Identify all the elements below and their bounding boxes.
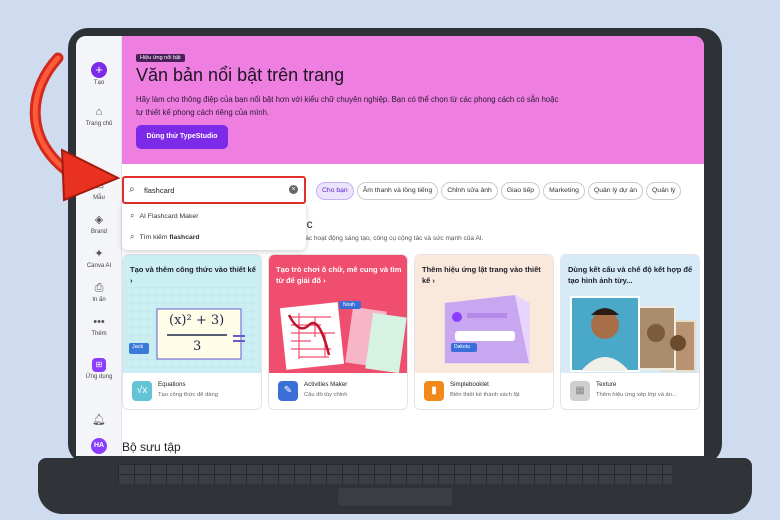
sidebar-item-canva-ai[interactable]: ✦ Canva AI <box>76 248 122 269</box>
app-card-activities-maker[interactable]: Tạo trò chơi ô chữ, mê cung và tìm từ để… <box>268 254 408 410</box>
hero-title: Văn bản nổi bật trên trang <box>136 65 345 85</box>
search-value: flashcard <box>144 186 175 195</box>
category-chips: Cho bạn Âm thanh và lồng tiếng Chỉnh sửa ả… <box>316 179 684 200</box>
app-card-texture[interactable]: Dùng kết cấu và chế độ kết hợp để tạo hì… <box>560 254 700 410</box>
sidebar-item-apps[interactable]: ⊞ Ứng dụng <box>76 358 122 380</box>
card-preview: Tạo trò chơi ô chữ, mê cung và tìm từ để… <box>269 255 407 373</box>
chip-communication[interactable]: Giao tiếp <box>500 182 541 200</box>
sidebar-item-brand[interactable]: ◈ Brand <box>76 214 122 235</box>
app-card-equations[interactable]: Tạo và thêm công thức vào thiết kế › (x)… <box>122 254 262 410</box>
card-preview: Dùng kết cấu và chế độ kết hợp để tạo hì… <box>561 255 699 373</box>
section-subtitle: các hoạt động sáng tạo, công cụ cộng tác… <box>302 235 484 242</box>
search-suggestions: ⌕ AI Flashcard Maker ⌕ Tìm kiếm flashcard <box>122 204 306 250</box>
keyboard <box>118 464 672 484</box>
cursor-tag: Dakota <box>454 344 470 350</box>
maze-illustration <box>279 301 407 373</box>
app-screen: + Tạo ⌂ Trang chủ ▭ Mẫu ◈ Brand ✦ Canva … <box>76 36 704 456</box>
sidebar-item-more[interactable]: ••• Thêm <box>76 316 122 337</box>
apps-icon: ⊞ <box>92 358 106 372</box>
formula-denominator: 3 <box>193 339 202 354</box>
portrait-illustration <box>570 296 696 372</box>
app-description: Biến thiết kế thành sách lật <box>450 392 520 398</box>
bell-icon: 🔔︎ <box>92 414 106 426</box>
home-icon: ⌂ <box>95 106 103 118</box>
chip-management[interactable]: Quản lý <box>646 182 682 200</box>
hero-badge: Hiệu ứng nổi bật <box>136 54 185 62</box>
search-icon: ⌕ <box>130 232 135 241</box>
card-preview: Tạo và thêm công thức vào thiết kế › (x)… <box>123 255 261 373</box>
app-card-simplebooklet[interactable]: Thêm hiệu ứng lật trang vào thiết kế › D… <box>414 254 554 410</box>
card-preview: Thêm hiệu ứng lật trang vào thiết kế › D… <box>415 255 553 373</box>
notifications-button[interactable]: 🔔︎ <box>76 414 122 429</box>
sidebar-item-print[interactable]: ⎙ In ấn <box>76 282 122 303</box>
collections-title: Bộ sưu tập <box>122 440 181 454</box>
suggestion-item[interactable]: ⌕ AI Flashcard Maker <box>130 211 198 221</box>
book-icon: ▮ <box>424 381 444 401</box>
laptop-base <box>38 458 752 514</box>
chip-audio[interactable]: Âm thanh và lồng tiếng <box>356 182 439 200</box>
cursor-tag: Noah <box>343 302 355 308</box>
app-description: Tạo công thức để dàng <box>158 392 218 398</box>
plus-icon: + <box>91 62 107 78</box>
clear-icon[interactable]: × <box>289 185 298 194</box>
sidebar-item-home[interactable]: ⌂ Trang chủ <box>76 106 122 127</box>
try-typestudio-button[interactable]: Dùng thử TypeStudio <box>136 125 228 149</box>
chip-for-you[interactable]: Cho bạn <box>316 182 354 200</box>
chip-marketing[interactable]: Marketing <box>543 182 585 200</box>
sidebar-item-templates[interactable]: ▭ Mẫu <box>76 180 122 201</box>
profile-button[interactable]: HA <box>76 438 122 454</box>
suggestion-item[interactable]: ⌕ Tìm kiếm flashcard <box>130 232 200 242</box>
brand-icon: ◈ <box>94 214 104 226</box>
flipbook-illustration <box>444 295 530 364</box>
sqrt-icon: √x <box>132 381 152 401</box>
puzzle-icon: ✎ <box>278 381 298 401</box>
texture-icon: ▦ <box>570 381 590 401</box>
sidebar: + Tạo ⌂ Trang chủ ▭ Mẫu ◈ Brand ✦ Canva … <box>76 36 122 456</box>
search-input[interactable]: ⌕ flashcard × <box>122 176 306 204</box>
canva-ai-icon: ✦ <box>94 248 104 260</box>
app-name: Simplebooklet <box>450 381 489 388</box>
app-name: Texture <box>596 381 617 388</box>
sidebar-item-create[interactable]: + Tạo <box>76 62 122 86</box>
app-description: Câu đố tùy chỉnh <box>304 392 348 398</box>
print-icon: ⎙ <box>94 282 104 294</box>
app-description: Thêm hiệu ứng xếp lớp và ản... <box>596 392 677 398</box>
chip-photo-edit[interactable]: Chỉnh sửa ảnh <box>441 182 498 200</box>
search-icon: ⌕ <box>130 211 135 220</box>
formula-numerator: (x)² + 3) <box>169 313 225 328</box>
hero-description: Hãy làm cho thông điệp của bạn nổi bật h… <box>136 95 559 117</box>
app-name: Equations <box>158 381 186 388</box>
trackpad <box>338 488 452 506</box>
search-icon: ⌕ <box>129 184 135 195</box>
template-icon: ▭ <box>93 180 105 192</box>
more-icon: ••• <box>93 316 105 328</box>
hero-banner: Hiệu ứng nổi bật Văn bản nổi bật trên tr… <box>122 36 704 164</box>
avatar: HA <box>91 438 107 454</box>
app-name: Activities Maker <box>304 381 348 388</box>
chip-project-management[interactable]: Quản lý dự án <box>587 182 643 200</box>
cursor-tag: Jack <box>132 344 144 350</box>
